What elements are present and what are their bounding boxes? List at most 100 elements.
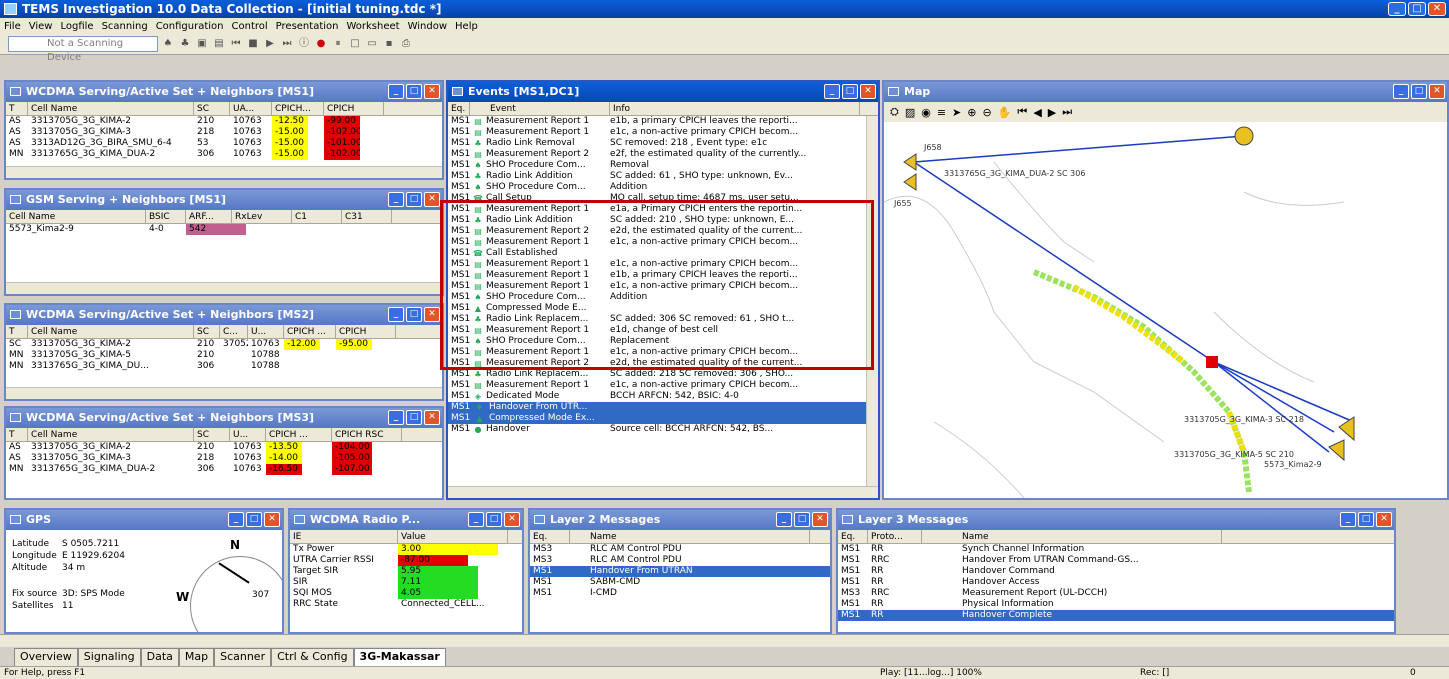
col-rxlev[interactable]: RxLev [232,210,292,223]
table-row[interactable]: Tx Power 3.00 [290,544,522,555]
close-button[interactable]: ✕ [1429,84,1445,99]
col-sc[interactable]: SC [194,325,220,338]
maximize-button[interactable]: □ [406,410,422,425]
wcdma-ms2-title-bar[interactable]: WCDMA Serving/Active Set + Neighbors [MS… [6,305,442,325]
col-value[interactable]: Value [398,530,508,543]
col-t[interactable]: T [6,428,28,441]
menu-scanning[interactable]: Scanning [102,21,148,32]
close-button[interactable]: ✕ [860,84,876,99]
menu-control[interactable]: Control [232,21,268,32]
close-button[interactable]: ✕ [264,512,280,527]
maximize-button[interactable]: □ [1408,2,1426,16]
table-row[interactable]: AS 3313AD12G_3G_BIRA_SMU_6-4 53 10763 -15.00… [6,138,442,149]
col-cell-name[interactable]: Cell Name [28,428,194,441]
minimize-button[interactable]: _ [388,410,404,425]
event-row[interactable]: MS1 ♠ SHO Procedure Com... Addition [448,182,878,193]
gsm-title-bar[interactable]: GSM Serving + Neighbors [MS1] _ □ ✕ [6,190,442,210]
col-name[interactable]: Name [570,530,810,543]
maximize-button[interactable]: □ [842,84,858,99]
rewind-icon[interactable]: ⏮ [229,37,243,51]
table-row[interactable]: MS1 RR Handover Command [838,566,1394,577]
zoom-out-icon[interactable]: ⊖ [982,106,991,119]
event-row[interactable]: MS1 ▤ Measurement Report 1 e1c, a non-activ… [448,127,878,138]
maximize-button[interactable]: □ [406,84,422,99]
map-canvas[interactable]: J658 J655 3313765G_3G_KIMA_DUA-2 SC 306 … [884,122,1447,498]
stop-icon[interactable]: ■ [246,37,260,51]
col-name[interactable]: Name [922,530,1222,543]
event-row[interactable]: MS1 ▤ Measurement Report 1 e1b, a primary C… [448,116,878,127]
maximize-button[interactable]: □ [1358,512,1374,527]
menu-worksheet[interactable]: Worksheet [346,21,399,32]
col-event[interactable]: Event [470,102,610,115]
minimize-button[interactable]: _ [388,84,404,99]
map-title-bar[interactable]: Map _ □ ✕ [884,82,1447,102]
minimize-button[interactable]: _ [776,512,792,527]
pause-icon[interactable]: ⏸ [331,37,345,51]
close-button[interactable]: ✕ [812,512,828,527]
play-icon[interactable]: ▶ [263,37,277,51]
table-row[interactable]: MS3 RRC Measurement Report (UL-DCCH) [838,588,1394,599]
minimize-button[interactable]: _ [388,307,404,322]
table-row[interactable]: AS 3313705G_3G_KIMA-2 210 10763 -13.50 -104.0… [6,442,442,453]
info-icon[interactable]: ⓘ [297,37,311,51]
pointer-icon[interactable]: ➤ [952,106,961,119]
col-cell-name[interactable]: Cell Name [28,102,194,115]
minimize-button[interactable]: _ [824,84,840,99]
event-row[interactable]: MS1 ♠ SHO Procedure Com... Removal [448,160,878,171]
col-uarfcn[interactable]: UA... [230,102,272,115]
tab-3g-makassar[interactable]: 3G-Makassar [353,648,446,666]
close-button[interactable]: ✕ [504,512,520,527]
close-button[interactable]: ✕ [1428,2,1446,16]
col-sc[interactable]: SC [194,102,230,115]
table-row[interactable]: MN 3313705G_3G_KIMA-5 210 10788 [6,350,442,361]
disconnect-icon[interactable]: ▤ [212,37,226,51]
connect-icon[interactable]: ▣ [195,37,209,51]
event-row[interactable]: MS1 ♣ Radio Link Replacem... SC added: 218 … [448,369,878,380]
event-row[interactable]: MS1 ▤ Measurement Report 2 e2f, the estimat… [448,149,878,160]
table-row[interactable]: SIR 7.11 [290,577,522,588]
horizontal-scrollbar[interactable] [6,166,442,178]
col-bsic[interactable]: BSIC [146,210,186,223]
table-row[interactable]: Target SIR 5.95 [290,566,522,577]
save-icon[interactable]: ▪ [382,37,396,51]
col-cell-name[interactable]: Cell Name [28,325,194,338]
close-button[interactable]: ✕ [424,84,440,99]
minimize-button[interactable]: _ [388,192,404,207]
event-row[interactable]: MS1 ▤ Measurement Report 1 e1c, a non-activ… [448,380,878,391]
wcdma-ms3-title-bar[interactable]: WCDMA Serving/Active Set + Neighbors [MS… [6,408,442,428]
prev-icon[interactable]: ◀ [1033,106,1041,119]
col-cpich-ecno[interactable]: CPICH... [272,102,324,115]
scan-start-icon[interactable]: ♠ [161,37,175,51]
minimize-button[interactable]: _ [1388,2,1406,16]
table-row[interactable]: AS 3313705G_3G_KIMA-3 218 10763 -14.00 -105.0… [6,453,442,464]
col-c1[interactable]: C1 [292,210,342,223]
table-row-selected[interactable]: MS1 Handover From UTRAN [530,566,830,577]
col-sc[interactable]: SC [194,428,230,441]
next-icon[interactable]: ▶ [1048,106,1056,119]
col-t[interactable]: T [6,325,28,338]
col-t[interactable]: T [6,102,28,115]
table-row[interactable]: MS1 I-CMD [530,588,830,599]
table-row[interactable]: MS1 RR Physical Information [838,599,1394,610]
event-row[interactable]: MS1 ◈ Dedicated Mode BCCH ARFCN: 542, BSIC:… [448,391,878,402]
event-row[interactable]: MS1 ● Handover Source cell: BCCH ARFCN: 542… [448,424,878,435]
close-button[interactable]: ✕ [424,192,440,207]
col-cpich-rscp[interactable]: CPICH RSC [332,428,402,441]
table-row[interactable]: MS1 RR Handover Access [838,577,1394,588]
menu-logfile[interactable]: Logfile [60,21,93,32]
close-button[interactable]: ✕ [424,410,440,425]
fast-forward-icon[interactable]: ⏭ [280,37,294,51]
maximize-button[interactable]: □ [486,512,502,527]
menu-view[interactable]: View [29,21,53,32]
first-icon[interactable]: ⏮ [1017,105,1027,119]
table-row[interactable]: MS3 RLC AM Control PDU [530,544,830,555]
menu-configuration[interactable]: Configuration [156,21,224,32]
new-icon[interactable]: □ [348,37,362,51]
col-arfcn[interactable]: ARF... [186,210,232,223]
table-row-selected[interactable]: MS1 RR Handover Complete [838,610,1394,621]
col-cpich-rscp[interactable]: CPICH [336,325,396,338]
maximize-button[interactable]: □ [1411,84,1427,99]
table-row[interactable]: MN 3313765G_3G_KIMA_DUA-2 306 10763 -16.50 -1… [6,464,442,475]
col-cpich-rscp[interactable]: CPICH [324,102,384,115]
gps-title-bar[interactable]: GPS _ □ ✕ [6,510,282,530]
